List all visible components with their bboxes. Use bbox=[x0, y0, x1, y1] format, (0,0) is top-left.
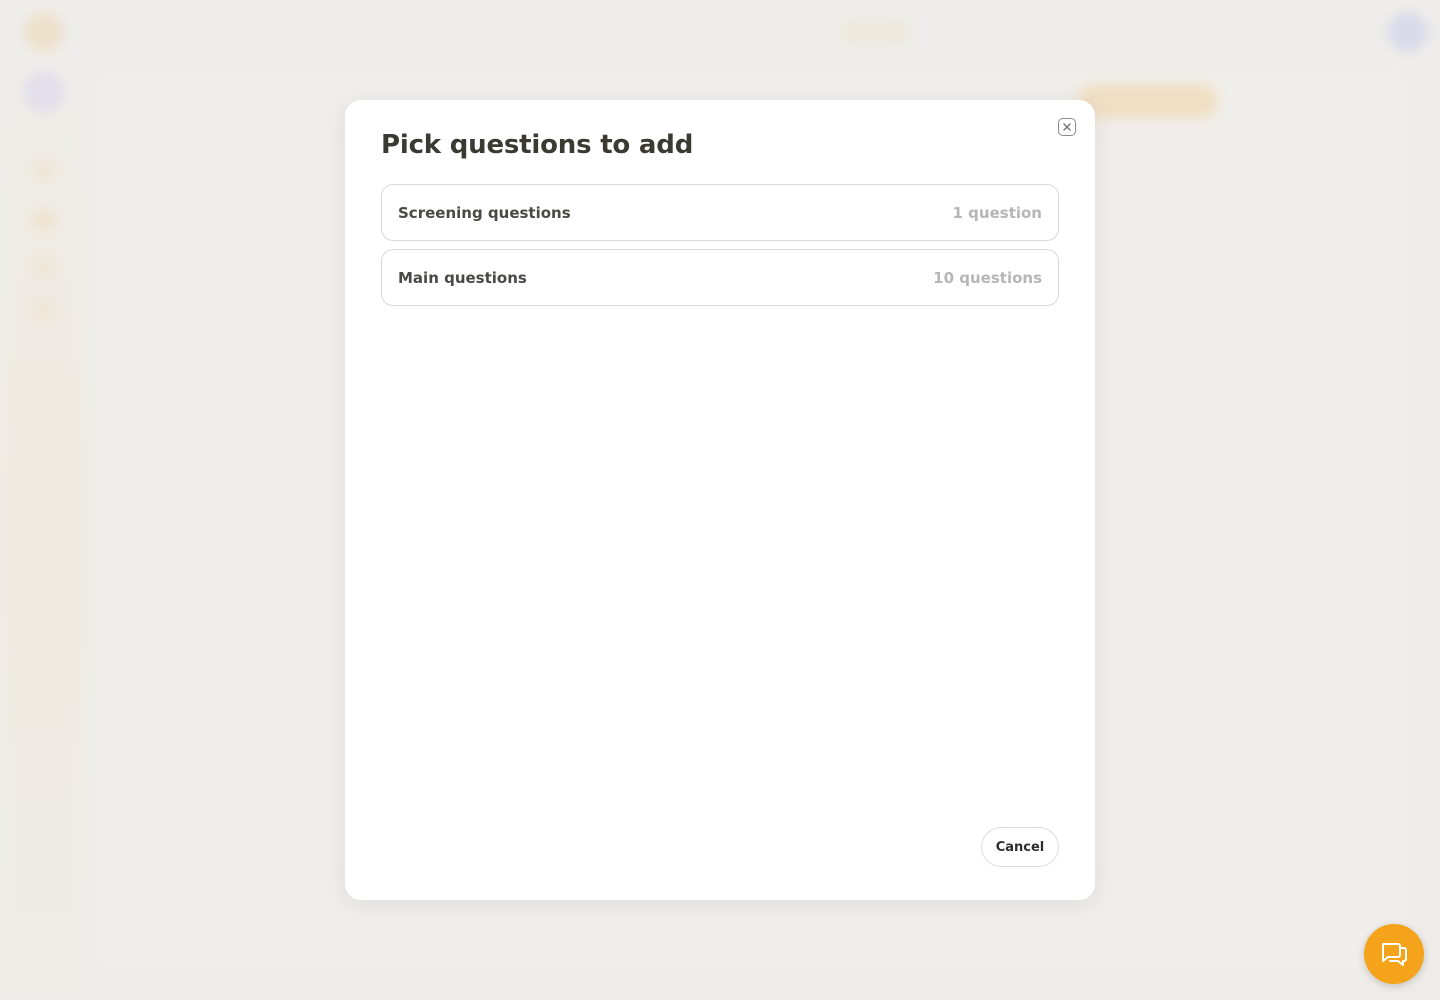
question-group-screening[interactable]: Screening questions 1 question bbox=[381, 184, 1059, 241]
pick-questions-modal: Pick questions to add Screening question… bbox=[345, 100, 1095, 900]
chat-bubble-icon bbox=[1382, 943, 1407, 966]
cancel-button[interactable]: Cancel bbox=[981, 827, 1059, 867]
question-group-list: Screening questions 1 question Main ques… bbox=[381, 184, 1059, 314]
question-group-main[interactable]: Main questions 10 questions bbox=[381, 249, 1059, 306]
close-icon bbox=[1063, 123, 1071, 131]
question-group-count: 1 question bbox=[952, 203, 1042, 222]
close-button[interactable] bbox=[1058, 118, 1076, 136]
modal-title: Pick questions to add bbox=[381, 130, 694, 160]
question-group-count: 10 questions bbox=[933, 268, 1042, 287]
question-group-name: Screening questions bbox=[398, 203, 571, 222]
question-group-name: Main questions bbox=[398, 268, 527, 287]
chat-launcher-button[interactable] bbox=[1364, 924, 1424, 984]
